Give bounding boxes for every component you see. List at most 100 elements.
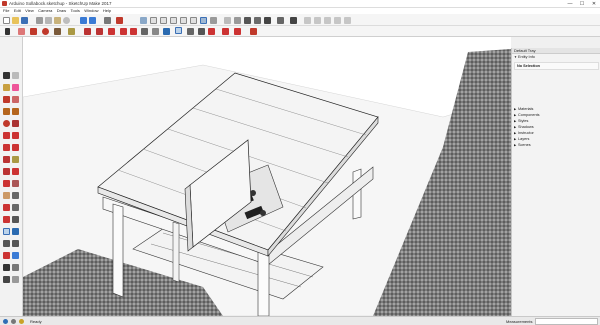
zoom-tool-icon[interactable] bbox=[3, 240, 10, 247]
panel-scenes[interactable]: ▶ Scenes bbox=[514, 143, 599, 148]
freehand-tool-icon[interactable] bbox=[12, 96, 19, 103]
dimension-tool-icon[interactable] bbox=[12, 192, 19, 199]
pencil-icon[interactable] bbox=[30, 28, 37, 35]
look-around-tool-icon[interactable] bbox=[12, 264, 19, 271]
top-icon[interactable] bbox=[150, 17, 157, 24]
polygon-tool-icon[interactable] bbox=[12, 120, 19, 127]
close-button[interactable]: ✕ bbox=[588, 0, 600, 8]
textured-icon[interactable] bbox=[254, 17, 261, 24]
scale-tool-icon[interactable] bbox=[3, 180, 10, 187]
orbit-icon[interactable] bbox=[163, 28, 170, 35]
hidden-line-icon[interactable] bbox=[234, 17, 241, 24]
model-scene[interactable] bbox=[23, 37, 511, 316]
eraser-icon[interactable] bbox=[18, 28, 25, 35]
arc-icon[interactable] bbox=[42, 28, 49, 35]
line-tool-icon[interactable] bbox=[3, 96, 10, 103]
move-tool-icon[interactable] bbox=[3, 156, 10, 163]
tape-tool-icon[interactable] bbox=[3, 192, 10, 199]
rectangle-icon[interactable] bbox=[54, 28, 61, 35]
panel-layers[interactable]: ▶ Layers bbox=[514, 137, 599, 142]
pan-icon[interactable] bbox=[175, 27, 182, 34]
monochrome-icon[interactable] bbox=[264, 17, 271, 24]
text-tool-icon[interactable] bbox=[12, 204, 19, 211]
paste-icon[interactable] bbox=[54, 17, 61, 24]
zoom-icon[interactable] bbox=[187, 28, 194, 35]
open-icon[interactable] bbox=[12, 17, 19, 24]
styles-icon[interactable] bbox=[334, 17, 341, 24]
entity-info-header[interactable]: ▼Entity Info bbox=[514, 55, 599, 60]
measurements-input[interactable] bbox=[535, 318, 598, 325]
print-icon[interactable] bbox=[104, 17, 111, 24]
credits-icon[interactable] bbox=[11, 319, 16, 324]
offset-tool-icon[interactable] bbox=[12, 180, 19, 187]
rotated-rect-tool-icon[interactable] bbox=[12, 108, 19, 115]
terrain-icon[interactable] bbox=[222, 28, 229, 35]
back-icon[interactable] bbox=[180, 17, 187, 24]
eraser-tool-icon[interactable] bbox=[12, 84, 19, 91]
layout-icon[interactable] bbox=[304, 17, 311, 24]
panel-shadows[interactable]: ▶ Shadows bbox=[514, 125, 599, 130]
materials-icon[interactable] bbox=[324, 17, 331, 24]
front-icon[interactable] bbox=[160, 17, 167, 24]
model-info-icon[interactable] bbox=[116, 17, 123, 24]
previous-view-tool-icon[interactable] bbox=[12, 252, 19, 259]
zoom-extents-tool-icon[interactable] bbox=[3, 252, 10, 259]
geo-location-icon[interactable] bbox=[3, 319, 8, 324]
panel-components[interactable]: ▶ Components bbox=[514, 113, 599, 118]
follow-me-tool-icon[interactable] bbox=[12, 168, 19, 175]
components-icon[interactable] bbox=[314, 17, 321, 24]
axes-tool-icon[interactable] bbox=[3, 216, 10, 223]
warehouse-icon[interactable] bbox=[277, 17, 284, 24]
section-plane-tool-icon[interactable] bbox=[12, 276, 19, 283]
modeling-viewport[interactable] bbox=[23, 37, 511, 316]
pan-tool-icon[interactable] bbox=[12, 228, 19, 235]
copy-icon[interactable] bbox=[45, 17, 52, 24]
new-icon[interactable] bbox=[3, 17, 10, 24]
maximize-button[interactable]: ☐ bbox=[576, 0, 588, 8]
rectangle-tool-icon[interactable] bbox=[3, 108, 10, 115]
instructor-icon[interactable] bbox=[19, 319, 24, 324]
redo-icon[interactable] bbox=[89, 17, 96, 24]
circle-tool-icon[interactable] bbox=[3, 120, 10, 127]
zoom-extents-icon[interactable] bbox=[198, 28, 205, 35]
zoom-window-tool-icon[interactable] bbox=[12, 240, 19, 247]
wireframe-icon[interactable] bbox=[224, 17, 231, 24]
offset-icon[interactable] bbox=[120, 28, 127, 35]
erase-icon[interactable] bbox=[63, 17, 70, 24]
push-pull-icon[interactable] bbox=[68, 28, 75, 35]
right-icon[interactable] bbox=[170, 17, 177, 24]
push-pull-tool-icon[interactable] bbox=[12, 156, 19, 163]
scale-icon[interactable] bbox=[108, 28, 115, 35]
text-icon[interactable] bbox=[141, 28, 148, 35]
minimize-button[interactable]: — bbox=[564, 0, 576, 8]
add-location-icon[interactable] bbox=[208, 28, 215, 35]
select-icon[interactable] bbox=[5, 28, 10, 35]
panel-instructor[interactable]: ▶ Instructor bbox=[514, 131, 599, 136]
position-camera-tool-icon[interactable] bbox=[3, 264, 10, 271]
shaded-icon[interactable] bbox=[244, 17, 251, 24]
save-icon[interactable] bbox=[21, 17, 28, 24]
panel-styles[interactable]: ▶ Styles bbox=[514, 119, 599, 124]
extension-icon[interactable] bbox=[290, 17, 297, 24]
three-point-arc-tool-icon[interactable] bbox=[3, 144, 10, 151]
orbit-tool-icon[interactable] bbox=[3, 228, 10, 235]
layers-icon[interactable] bbox=[344, 17, 351, 24]
component-tool-icon[interactable] bbox=[12, 72, 19, 79]
pie-tool-icon[interactable] bbox=[12, 144, 19, 151]
rotate-tool-icon[interactable] bbox=[3, 168, 10, 175]
undo-icon[interactable] bbox=[80, 17, 87, 24]
paint-icon[interactable] bbox=[152, 28, 159, 35]
rotate-icon[interactable] bbox=[96, 28, 103, 35]
paint-tool-icon[interactable] bbox=[3, 84, 10, 91]
panel-materials[interactable]: ▶ Materials bbox=[514, 107, 599, 112]
protractor-tool-icon[interactable] bbox=[3, 204, 10, 211]
3d-text-tool-icon[interactable] bbox=[12, 216, 19, 223]
tape-icon[interactable] bbox=[130, 28, 137, 35]
two-point-arc-tool-icon[interactable] bbox=[12, 132, 19, 139]
iso-icon[interactable] bbox=[140, 17, 147, 24]
bottom-icon[interactable] bbox=[200, 17, 207, 24]
select-tool-icon[interactable] bbox=[3, 72, 10, 79]
left-icon[interactable] bbox=[190, 17, 197, 24]
move-icon[interactable] bbox=[84, 28, 91, 35]
walk-tool-icon[interactable] bbox=[3, 276, 10, 283]
